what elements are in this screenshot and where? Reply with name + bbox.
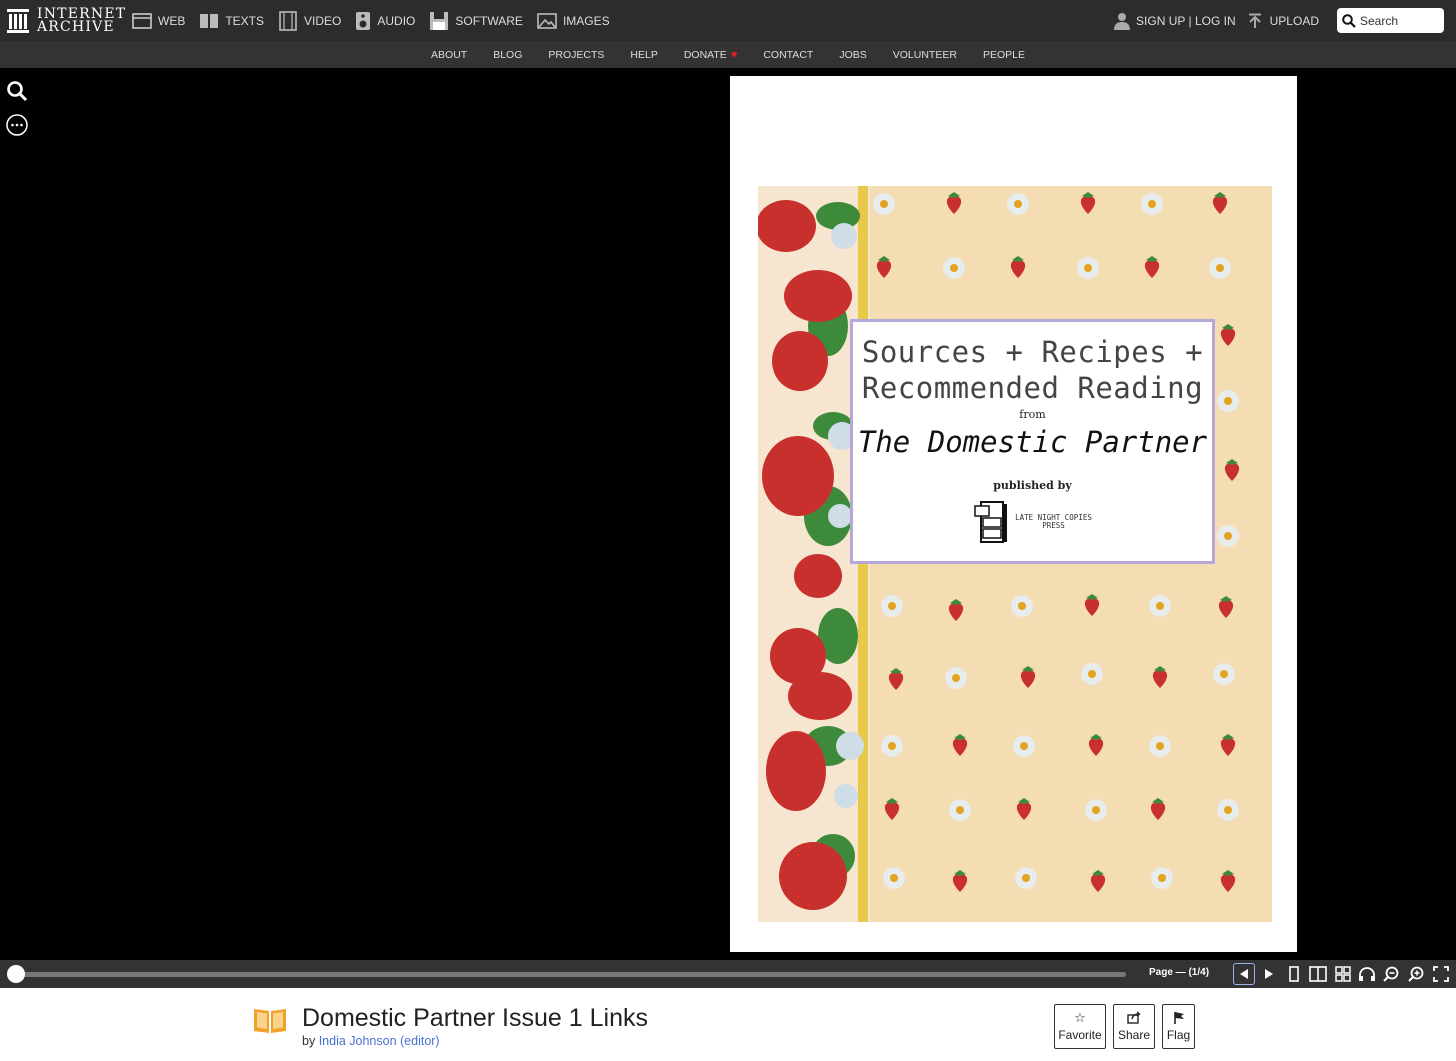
grid-icon — [1335, 966, 1351, 982]
video-icon — [279, 10, 297, 31]
single-page-icon — [1289, 966, 1299, 982]
cover-heading-line-1: Sources + Recipes + — [861, 335, 1204, 369]
logo-line-2: ARCHIVE — [37, 19, 115, 35]
media-software[interactable]: SOFTWARE — [429, 11, 523, 31]
upload-icon — [1248, 13, 1261, 28]
media-texts-label: TEXTS — [225, 13, 265, 28]
media-web[interactable]: WEB — [132, 12, 186, 29]
item-title: Domestic Partner Issue 1 Links — [302, 1004, 648, 1032]
triangle-left-icon — [1240, 969, 1248, 979]
nav-donate-label: DONATE — [683, 48, 727, 61]
nav-help[interactable]: HELP — [630, 49, 657, 61]
next-page-button[interactable] — [1258, 963, 1280, 985]
user-icon — [1114, 12, 1131, 30]
flag-button[interactable]: Flag — [1162, 1004, 1195, 1049]
thumbnail-view-button[interactable] — [1332, 963, 1354, 985]
archive-building-icon — [7, 9, 29, 33]
signup-login-link[interactable]: SIGN UP | LOG IN — [1114, 12, 1236, 30]
secondary-nav: ABOUT BLOG PROJECTS HELP DONATE ♥ CONTACT… — [0, 41, 1456, 68]
zoom-out-button[interactable] — [1380, 963, 1402, 985]
audio-icon — [356, 11, 371, 30]
media-texts[interactable]: TEXTS — [199, 13, 264, 29]
triangle-right-icon — [1265, 969, 1273, 979]
item-details: Domestic Partner Issue 1 Links by India … — [0, 988, 1456, 1061]
search-box[interactable] — [1337, 8, 1444, 33]
author-link[interactable]: India Johnson (editor) — [319, 1034, 440, 1048]
cover-published-by: published by — [993, 479, 1072, 492]
nav-contact[interactable]: CONTACT — [763, 49, 813, 61]
software-icon — [430, 11, 449, 30]
file-cabinet-icon — [974, 501, 1008, 543]
page-indicator: Page — (1/4) — [1149, 967, 1210, 978]
media-web-label: WEB — [158, 13, 186, 28]
item-byline: by India Johnson (editor) — [302, 1034, 440, 1048]
two-page-view-button[interactable] — [1307, 963, 1329, 985]
read-aloud-button[interactable] — [1356, 963, 1378, 985]
texts-icon — [200, 13, 219, 28]
press-name-line-2: PRESS — [1042, 521, 1065, 530]
star-icon: ☆ — [1074, 1010, 1086, 1025]
search-inside-icon[interactable] — [6, 80, 28, 102]
share-button[interactable]: Share — [1113, 1004, 1155, 1049]
media-video[interactable]: VIDEO — [278, 10, 342, 31]
media-images-label: IMAGES — [562, 13, 610, 28]
upload-label: UPLOAD — [1269, 13, 1319, 28]
media-nav: WEB TEXTS VIDEO AUDIO SOFTWARE IMAGES — [132, 0, 624, 41]
nav-volunteer[interactable]: VOLUNTEER — [893, 49, 957, 61]
one-page-view-button[interactable] — [1283, 963, 1305, 985]
nav-about[interactable]: ABOUT — [431, 49, 467, 61]
logo-text: INTERNET ARCHIVE — [37, 7, 126, 35]
nav-blog[interactable]: BLOG — [493, 49, 522, 61]
top-header: INTERNET ARCHIVE WEB TEXTS VIDEO AUDIO S… — [0, 0, 1456, 41]
press-logo: LATE NIGHT COPIES PRESS — [853, 500, 1212, 544]
press-name: LATE NIGHT COPIES PRESS — [1015, 514, 1092, 530]
media-video-label: VIDEO — [304, 13, 342, 28]
media-audio[interactable]: AUDIO — [355, 11, 415, 31]
internet-archive-logo[interactable]: INTERNET ARCHIVE — [6, 5, 126, 37]
cover-publication: The Domestic Partner — [857, 425, 1208, 459]
byline-prefix: by — [302, 1034, 316, 1048]
cover-from: from — [1019, 408, 1046, 421]
book-viewer: Sources + Recipes + Recommended Reading … — [0, 68, 1456, 960]
cover-heading: Sources + Recipes + Recommended Reading — [853, 334, 1212, 406]
nav-jobs[interactable]: JOBS — [839, 49, 866, 61]
nav-donate[interactable]: DONATE ♥ — [684, 49, 738, 61]
cover-title-box: Sources + Recipes + Recommended Reading … — [850, 319, 1215, 564]
headphones-icon — [1359, 967, 1375, 981]
heart-icon: ♥ — [730, 48, 738, 61]
favorite-label: Favorite — [1058, 1028, 1102, 1042]
open-book-icon — [254, 1009, 286, 1033]
page-slider-handle[interactable] — [7, 965, 25, 983]
cover-art: Sources + Recipes + Recommended Reading … — [758, 186, 1272, 922]
media-audio-label: AUDIO — [377, 13, 416, 28]
media-software-label: SOFTWARE — [455, 13, 523, 28]
share-label: Share — [1117, 1028, 1151, 1042]
previous-page-button[interactable] — [1233, 963, 1255, 985]
two-page-icon — [1309, 966, 1327, 982]
favorite-button[interactable]: ☆ Favorite — [1054, 1004, 1106, 1049]
fullscreen-icon — [1433, 966, 1449, 982]
search-icon — [1342, 13, 1356, 28]
signup-label: SIGN UP | LOG IN — [1136, 13, 1236, 28]
account-nav: SIGN UP | LOG IN UPLOAD — [1114, 0, 1444, 41]
media-images[interactable]: IMAGES — [537, 12, 610, 29]
nav-people[interactable]: PEOPLE — [983, 49, 1025, 61]
search-input[interactable] — [1360, 13, 1440, 28]
nav-projects[interactable]: PROJECTS — [548, 49, 604, 61]
book-page: Sources + Recipes + Recommended Reading … — [730, 76, 1297, 952]
cover-heading-line-2: Recommended Reading — [861, 371, 1204, 405]
page-slider-track[interactable] — [14, 972, 1126, 977]
flag-icon — [1173, 1012, 1184, 1024]
share-icon — [1127, 1011, 1141, 1024]
web-icon — [132, 12, 152, 29]
zoom-in-icon — [1408, 966, 1424, 982]
flag-label: Flag — [1166, 1028, 1191, 1042]
fullscreen-button[interactable] — [1430, 963, 1452, 985]
zoom-in-button[interactable] — [1405, 963, 1427, 985]
more-options-icon[interactable] — [6, 114, 28, 136]
images-icon — [537, 12, 557, 29]
zoom-out-icon — [1383, 966, 1399, 982]
upload-link[interactable]: UPLOAD — [1248, 13, 1319, 29]
viewer-controls: Page — (1/4) — [0, 960, 1456, 988]
